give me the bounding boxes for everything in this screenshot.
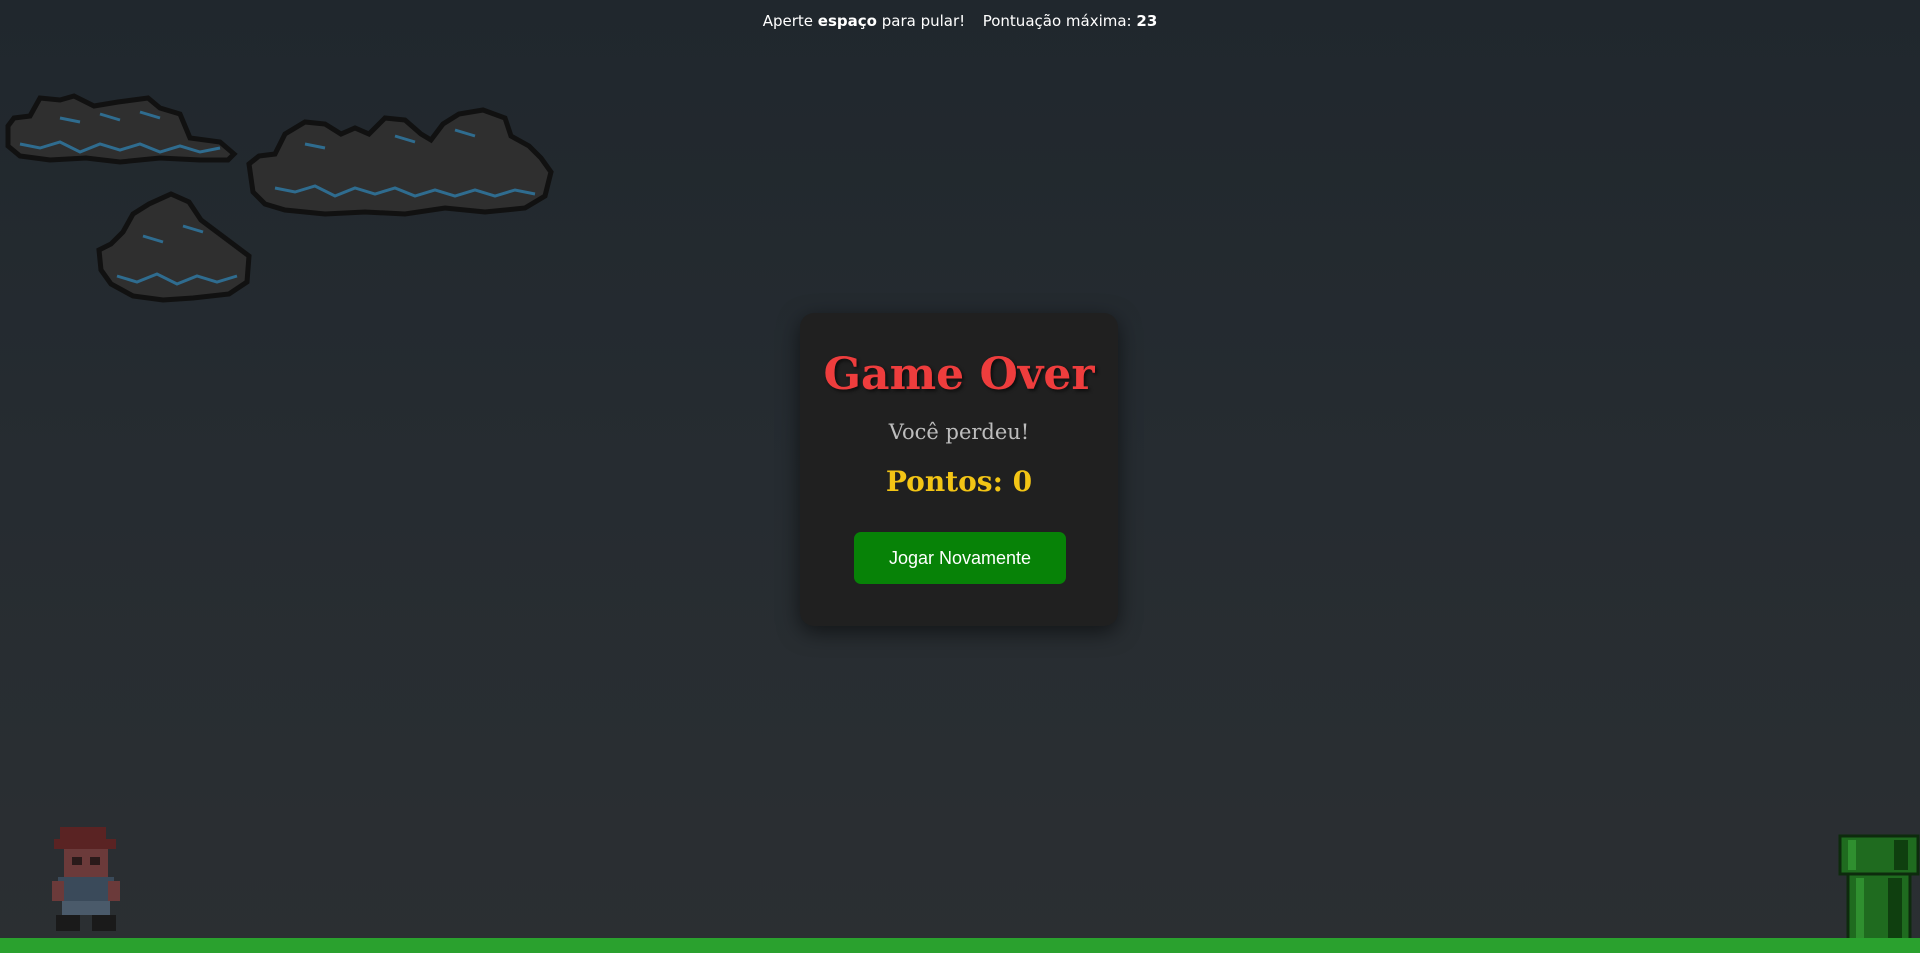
hud-prefix: Aperte [762, 12, 814, 30]
pipe-icon [1838, 834, 1920, 940]
hud-suffix: para pular! [881, 12, 966, 30]
score-display: Pontos: 0 [885, 465, 1033, 498]
game-over-modal: Game Over Você perdeu! Pontos: 0 Jogar N… [800, 313, 1118, 626]
cloud-icon [5, 93, 238, 165]
ground [0, 938, 1920, 953]
highscore-value: 23 [1136, 12, 1158, 30]
game-over-title: Game Over [823, 349, 1095, 400]
cloud-icon [96, 191, 252, 303]
highscore-label: Pontuação máxima: [982, 12, 1132, 30]
hud-instructions: Aperte espaço para pular! Pontuação máxi… [0, 12, 1920, 30]
hud-key: espaço [817, 12, 877, 30]
mario-icon [52, 827, 120, 931]
game-over-subtitle: Você perdeu! [888, 420, 1030, 444]
cloud-icon [246, 107, 554, 217]
play-again-button[interactable]: Jogar Novamente [854, 532, 1066, 584]
